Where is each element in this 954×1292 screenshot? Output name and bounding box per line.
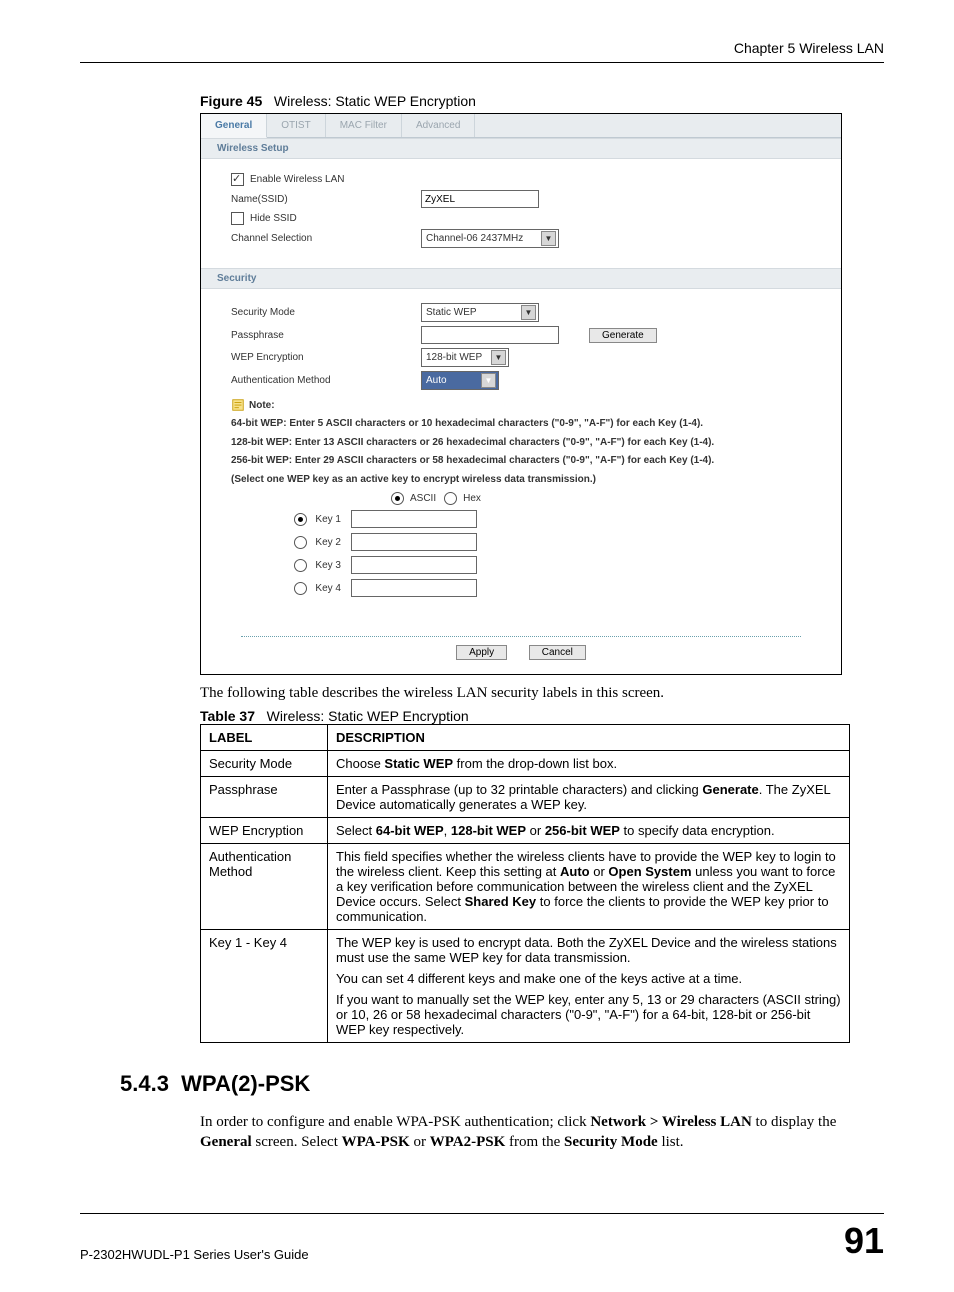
- chapter-header: Chapter 5 Wireless LAN: [80, 40, 884, 56]
- table-row: Key 1 - Key 4The WEP key is used to encr…: [201, 930, 850, 1043]
- figure-title: Wireless: Static WEP Encryption: [274, 93, 476, 109]
- key3-input[interactable]: [351, 556, 477, 574]
- table-row: PassphraseEnter a Passphrase (up to 32 p…: [201, 777, 850, 818]
- note-line-3: 256-bit WEP: Enter 29 ASCII characters o…: [231, 455, 827, 468]
- section-title: WPA(2)-PSK: [181, 1071, 310, 1096]
- format-ascii-radio[interactable]: [391, 492, 404, 505]
- chevron-down-icon: ▼: [521, 305, 536, 320]
- auth-method-value: Auto: [426, 375, 447, 386]
- ssid-input[interactable]: [421, 190, 539, 208]
- figure-caption: Figure 45 Wireless: Static WEP Encryptio…: [200, 93, 884, 109]
- page-footer: P-2302HWUDL-P1 Series User's Guide 91: [80, 1213, 884, 1262]
- note-line-1: 64-bit WEP: Enter 5 ASCII characters or …: [231, 418, 827, 431]
- figure-label: Figure 45: [200, 93, 262, 109]
- wep-encryption-value: 128-bit WEP: [426, 352, 482, 363]
- table-caption-title: Wireless: Static WEP Encryption: [267, 708, 469, 724]
- table-caption-label: Table 37: [200, 708, 255, 724]
- key1-label: Key 1: [315, 514, 341, 525]
- key4-input[interactable]: [351, 579, 477, 597]
- screenshot-panel: General OTIST MAC Filter Advanced Wirele…: [200, 113, 842, 675]
- note-line-4: (Select one WEP key as an active key to …: [231, 474, 827, 487]
- channel-value: Channel-06 2437MHz: [426, 233, 523, 244]
- key1-input[interactable]: [351, 510, 477, 528]
- footer-guide: P-2302HWUDL-P1 Series User's Guide: [80, 1247, 309, 1262]
- chevron-down-icon: ▼: [541, 231, 556, 246]
- table-row: Authentication MethodThis field specifie…: [201, 844, 850, 930]
- cancel-button[interactable]: Cancel: [529, 645, 586, 660]
- hide-ssid-checkbox[interactable]: [231, 212, 244, 225]
- key2-input[interactable]: [351, 533, 477, 551]
- key2-radio[interactable]: [294, 536, 307, 549]
- section-security: Security: [201, 268, 841, 289]
- table-cell-label: Passphrase: [201, 777, 328, 818]
- footer-page-number: 91: [844, 1220, 884, 1262]
- table-cell-label: Key 1 - Key 4: [201, 930, 328, 1043]
- format-hex-radio[interactable]: [444, 492, 457, 505]
- enable-wireless-lan-label: Enable Wireless LAN: [250, 174, 344, 185]
- key4-radio[interactable]: [294, 582, 307, 595]
- auth-method-select[interactable]: Auto ▼: [421, 371, 499, 390]
- table-cell-label: Authentication Method: [201, 844, 328, 930]
- section-wireless-setup: Wireless Setup: [201, 138, 841, 159]
- format-hex-label: Hex: [463, 493, 481, 504]
- auth-method-label: Authentication Method: [231, 375, 421, 386]
- tab-advanced[interactable]: Advanced: [402, 114, 475, 137]
- description-table: LABEL DESCRIPTION Security ModeChoose St…: [200, 724, 850, 1043]
- key4-label: Key 4: [315, 583, 341, 594]
- table-cell-desc: Choose Static WEP from the drop-down lis…: [328, 751, 850, 777]
- table-cell-label: WEP Encryption: [201, 818, 328, 844]
- wep-encryption-select[interactable]: 128-bit WEP ▼: [421, 348, 509, 367]
- passphrase-input[interactable]: [421, 326, 559, 344]
- table-cell-desc: The WEP key is used to encrypt data. Bot…: [328, 930, 850, 1043]
- table-cell-desc: This field specifies whether the wireles…: [328, 844, 850, 930]
- note-row: Note:: [231, 398, 827, 412]
- generate-button[interactable]: Generate: [589, 328, 657, 343]
- chevron-down-icon: ▼: [491, 350, 506, 365]
- table-cell-desc: Select 64-bit WEP, 128-bit WEP or 256-bi…: [328, 818, 850, 844]
- after-figure-text: The following table describes the wirele…: [200, 685, 884, 702]
- tab-general[interactable]: General: [201, 114, 267, 138]
- tab-bar: General OTIST MAC Filter Advanced: [201, 114, 841, 138]
- tab-mac-filter[interactable]: MAC Filter: [326, 114, 402, 137]
- chevron-down-icon: ▼: [481, 373, 496, 388]
- table-cell-label: Security Mode: [201, 751, 328, 777]
- passphrase-label: Passphrase: [231, 330, 421, 341]
- section-number: 5.4.3: [120, 1071, 169, 1096]
- note-icon: [231, 398, 245, 412]
- hide-ssid-label: Hide SSID: [250, 213, 297, 224]
- apply-button[interactable]: Apply: [456, 645, 507, 660]
- section-heading-543: 5.4.3 WPA(2)-PSK: [120, 1071, 884, 1097]
- format-ascii-label: ASCII: [410, 493, 436, 504]
- table-row: Security ModeChoose Static WEP from the …: [201, 751, 850, 777]
- section-543-paragraph: In order to configure and enable WPA-PSK…: [200, 1112, 884, 1153]
- header-rule: [80, 62, 884, 63]
- key1-radio[interactable]: [294, 513, 307, 526]
- channel-select[interactable]: Channel-06 2437MHz ▼: [421, 229, 559, 248]
- separator: [241, 636, 801, 637]
- table-head-desc: DESCRIPTION: [328, 725, 850, 751]
- table-head-label: LABEL: [201, 725, 328, 751]
- key3-label: Key 3: [315, 560, 341, 571]
- security-mode-label: Security Mode: [231, 307, 421, 318]
- security-mode-value: Static WEP: [426, 307, 477, 318]
- table-row: WEP EncryptionSelect 64-bit WEP, 128-bit…: [201, 818, 850, 844]
- channel-label: Channel Selection: [231, 233, 421, 244]
- note-line-2: 128-bit WEP: Enter 13 ASCII characters o…: [231, 437, 827, 450]
- tab-otist[interactable]: OTIST: [267, 114, 325, 137]
- ssid-label: Name(SSID): [231, 194, 421, 205]
- security-mode-select[interactable]: Static WEP ▼: [421, 303, 539, 322]
- table-cell-desc: Enter a Passphrase (up to 32 printable c…: [328, 777, 850, 818]
- key2-label: Key 2: [315, 537, 341, 548]
- note-label: Note:: [249, 400, 275, 411]
- table-caption: Table 37 Wireless: Static WEP Encryption: [200, 708, 884, 724]
- key3-radio[interactable]: [294, 559, 307, 572]
- enable-wireless-lan-checkbox[interactable]: [231, 173, 244, 186]
- wep-encryption-label: WEP Encryption: [231, 352, 421, 363]
